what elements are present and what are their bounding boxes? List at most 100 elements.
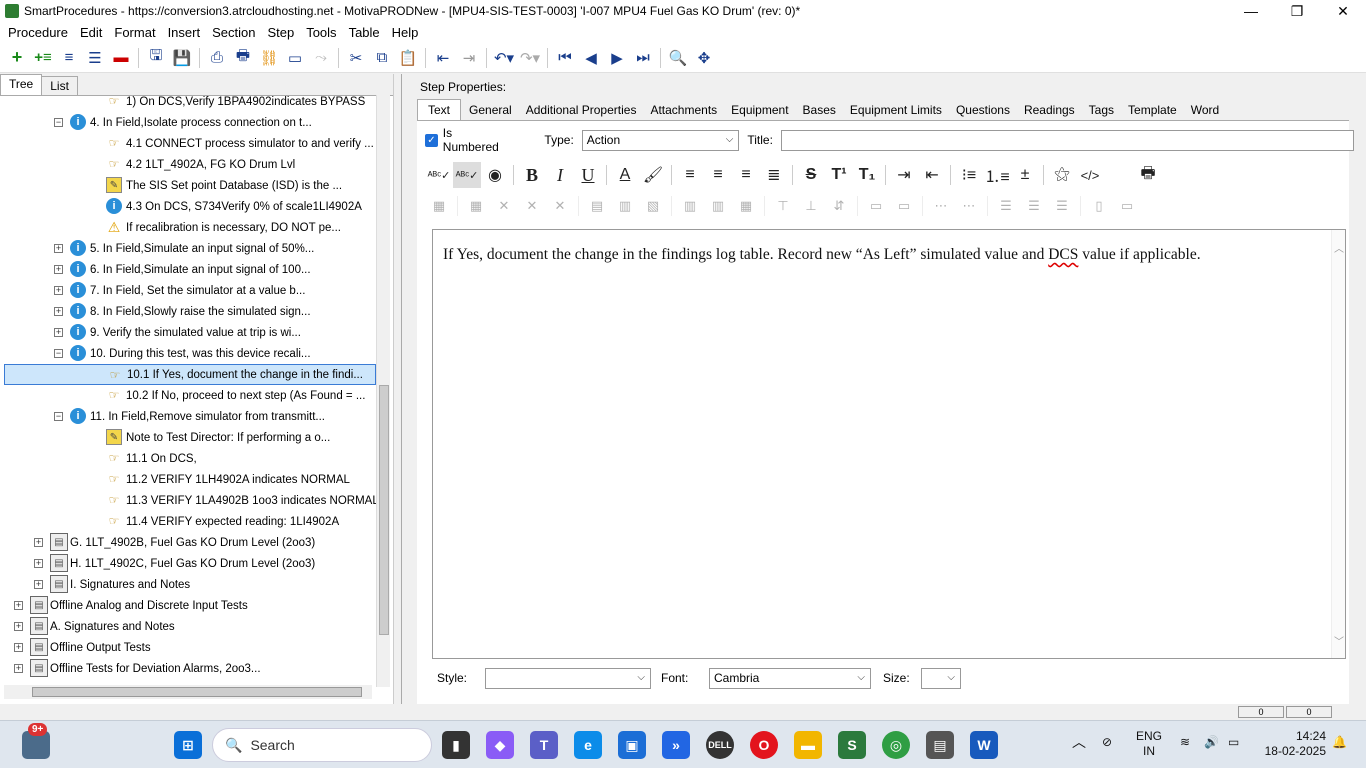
tree-item[interactable]: − i 11. In Field,Remove simulator from tra…: [4, 406, 376, 427]
decrease-indent-icon[interactable]: ⇤: [918, 162, 946, 188]
italic-icon[interactable]: I: [546, 162, 574, 188]
tab-questions[interactable]: Questions: [950, 100, 1016, 120]
find-icon[interactable]: 🔍: [665, 46, 691, 70]
expand-icon[interactable]: +: [14, 664, 23, 673]
save-icon[interactable]: 💾: [169, 46, 195, 70]
tree-item[interactable]: + ▤ Offline Tests for Deviation Alarms, 2o…: [4, 658, 376, 679]
expand-icon[interactable]: +: [54, 286, 63, 295]
volume-icon[interactable]: 🔊: [1204, 735, 1219, 750]
close-button[interactable]: ✕: [1320, 0, 1366, 22]
print-preview-icon[interactable]: 🖶: [1134, 162, 1162, 188]
first-icon[interactable]: ⏮: [552, 46, 578, 70]
font-select[interactable]: Cambria ⌵: [709, 667, 871, 689]
spellcheck-auto-icon[interactable]: ᴬᴮᶜ✓: [453, 162, 481, 188]
file-explorer-icon[interactable]: ▬: [794, 731, 822, 759]
tree-item[interactable]: ✎ The SIS Set point Database (ISD) is the…: [4, 175, 376, 196]
menu-table[interactable]: Table: [343, 25, 386, 40]
wifi-icon[interactable]: ≋: [1180, 735, 1190, 750]
link-icon[interactable]: ⛓: [256, 46, 282, 70]
add-icon[interactable]: +: [4, 46, 30, 70]
tree-item[interactable]: + i 6. In Field,Simulate an input signal o…: [4, 259, 376, 280]
teams-icon[interactable]: T: [530, 731, 558, 759]
insert-table-icon[interactable]: ▦: [425, 193, 453, 219]
highlight-icon[interactable]: 🖌: [639, 162, 667, 188]
step-text-editor[interactable]: If Yes, document the change in the findi…: [432, 229, 1346, 659]
menu-insert[interactable]: Insert: [162, 25, 207, 40]
strikethrough-icon[interactable]: S: [797, 162, 825, 188]
remove-icon[interactable]: ▬: [108, 46, 134, 70]
widgets-icon[interactable]: 9+: [22, 723, 50, 759]
menu-help[interactable]: Help: [386, 25, 425, 40]
powerautomate-icon[interactable]: »: [662, 731, 690, 759]
chevron-down-icon[interactable]: ﹀: [1334, 633, 1344, 648]
dell-icon[interactable]: DELL: [706, 731, 734, 759]
edge-icon[interactable]: e: [574, 731, 602, 759]
tree-item[interactable]: ☞ 11.1 On DCS,: [4, 448, 376, 469]
tab-word[interactable]: Word: [1185, 100, 1225, 120]
tree-horizontal-scrollbar[interactable]: [4, 685, 372, 699]
align-center-icon[interactable]: ≡: [704, 162, 732, 188]
bullet-list-icon[interactable]: ⁝≡: [955, 162, 983, 188]
copilot-icon[interactable]: ◆: [486, 731, 514, 759]
tree-item[interactable]: ⚠ If recalibration is necessary, DO NOT p…: [4, 217, 376, 238]
tab-additional-properties[interactable]: Additional Properties: [520, 100, 643, 120]
language-indicator[interactable]: ENG IN: [1136, 729, 1162, 759]
cut-icon[interactable]: ✂: [343, 46, 369, 70]
collapse-icon[interactable]: −: [54, 412, 63, 421]
expand-icon[interactable]: +: [54, 328, 63, 337]
remote-desktop-icon[interactable]: ▤: [926, 731, 954, 759]
justify-icon[interactable]: ≣: [760, 162, 788, 188]
chrome-icon[interactable]: ◎: [882, 731, 910, 759]
tree-item[interactable]: ☞ 11.2 VERIFY 1LH4902A indicates NORMAL: [4, 469, 376, 490]
store-icon[interactable]: ▣: [618, 731, 646, 759]
expand-icon[interactable]: +: [54, 244, 63, 253]
magic-wand-icon[interactable]: ⚝: [1048, 162, 1076, 188]
collapse-icon[interactable]: −: [54, 349, 63, 358]
tab-general[interactable]: General: [463, 100, 518, 120]
expand-icon[interactable]: +: [14, 622, 23, 631]
tree-item[interactable]: + ▤ G. 1LT_4902B, Fuel Gas KO Drum Level (…: [4, 532, 376, 553]
previous-icon[interactable]: ◀: [578, 46, 604, 70]
tree-item[interactable]: ☞ 4.2 1LT_4902A, FG KO Drum Lvl: [4, 154, 376, 175]
tree-item[interactable]: + i 9. Verify the simulated value at trip …: [4, 322, 376, 343]
minimize-button[interactable]: —: [1228, 0, 1274, 22]
opera-icon[interactable]: O: [750, 731, 778, 759]
word-icon[interactable]: W: [970, 731, 998, 759]
title-input[interactable]: [780, 129, 1354, 151]
color-wheel-icon[interactable]: ◉: [481, 162, 509, 188]
smartprocedures-taskbar-icon[interactable]: S: [838, 731, 866, 759]
tab-tags[interactable]: Tags: [1083, 100, 1120, 120]
expand-icon[interactable]: +: [14, 643, 23, 652]
list-icon[interactable]: ≡: [56, 46, 82, 70]
tree-item[interactable]: i 4.3 On DCS, S734Verify 0% of scale1LI49…: [4, 196, 376, 217]
tree-item[interactable]: − i 10. During this test, was this device …: [4, 343, 376, 364]
list-alt-icon[interactable]: ☰: [82, 46, 108, 70]
underline-icon[interactable]: U: [574, 162, 602, 188]
battery-icon[interactable]: ▭: [1228, 735, 1239, 750]
type-select[interactable]: Action ⌵: [581, 129, 740, 151]
tab-equipment-limits[interactable]: Equipment Limits: [844, 100, 948, 120]
tree-item[interactable]: + ▤ I. Signatures and Notes: [4, 574, 376, 595]
copy-icon[interactable]: ⧉: [369, 46, 395, 70]
insert-line-icon[interactable]: ±: [1011, 162, 1039, 188]
tree-item[interactable]: + ▤ Offline Output Tests: [4, 637, 376, 658]
tab-attachments[interactable]: Attachments: [644, 100, 723, 120]
tab-bases[interactable]: Bases: [797, 100, 842, 120]
tree-item[interactable]: ☞ 11.3 VERIFY 1LA4902B 1oo3 indicates NOR…: [4, 490, 376, 511]
outdent-icon[interactable]: ⇤: [430, 46, 456, 70]
start-icon[interactable]: ⊞: [174, 731, 202, 759]
network-status-icon[interactable]: ⊘: [1102, 735, 1112, 750]
clock[interactable]: 14:24 18-02-2025: [1258, 729, 1326, 759]
tab-readings[interactable]: Readings: [1018, 100, 1081, 120]
align-right-icon[interactable]: ≡: [732, 162, 760, 188]
collapse-icon[interactable]: −: [54, 118, 63, 127]
tree-item[interactable]: + ▤ Offline Analog and Discrete Input Test…: [4, 595, 376, 616]
next-icon[interactable]: ▶: [604, 46, 630, 70]
indent-icon[interactable]: ⇥: [456, 46, 482, 70]
tree-item[interactable]: ☞ 10.2 If No, proceed to next step (As Fo…: [4, 385, 376, 406]
taskbar-search[interactable]: 🔍 Search: [212, 728, 432, 762]
tree-item[interactable]: ☞ 10.1 If Yes, document the change in the…: [4, 364, 376, 385]
task-view-icon[interactable]: ▮: [442, 731, 470, 759]
maximize-button[interactable]: ❐: [1274, 0, 1320, 22]
tree-item[interactable]: + i 8. In Field,Slowly raise the simulated…: [4, 301, 376, 322]
